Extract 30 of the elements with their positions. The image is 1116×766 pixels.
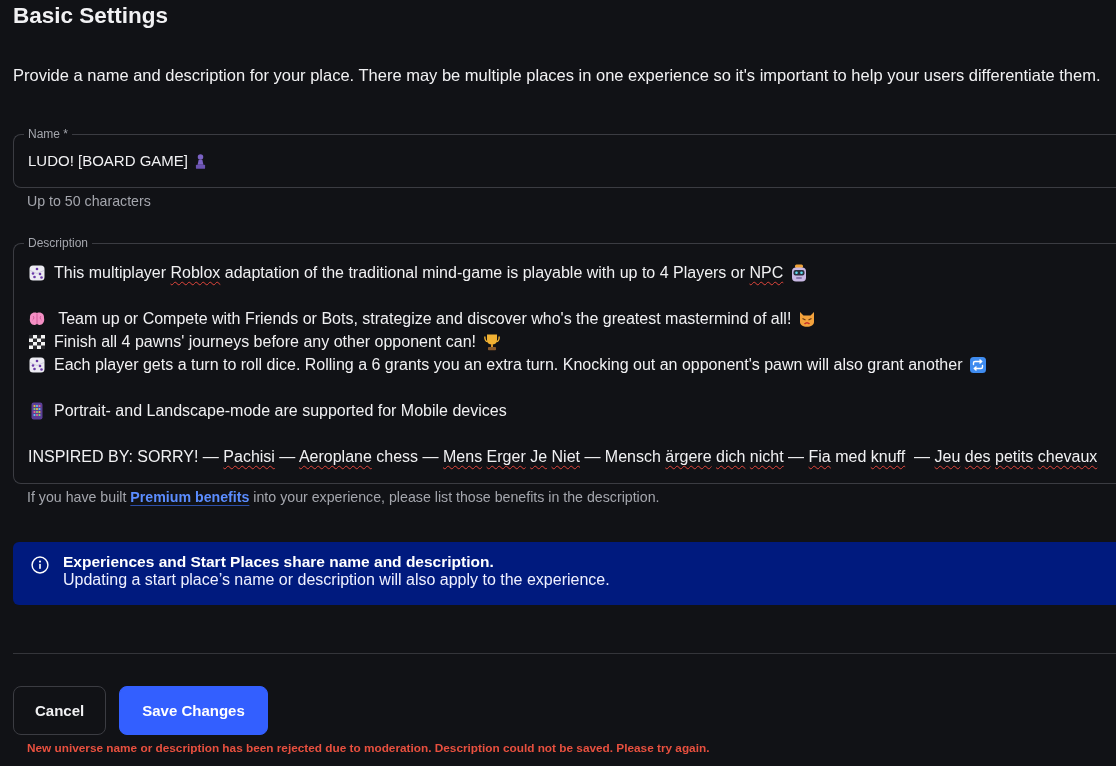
checkered-flag-icon — [28, 332, 46, 351]
field-label: Description — [27, 236, 90, 250]
robot-icon — [790, 263, 809, 282]
hint-text: Up to 50 characters — [27, 193, 151, 209]
save-button[interactable]: Save Changes — [119, 686, 268, 735]
description-field[interactable] — [13, 236, 1116, 484]
description-text: Portrait- and Landscape-mode are supported for Mobile devices — [54, 401, 507, 421]
premium-benefits-link[interactable]: Premium benefits — [130, 489, 250, 505]
page-title: Basic Settings — [13, 2, 169, 30]
field-value: LUDO! [BOARD GAME] — [28, 151, 189, 171]
info-icon — [31, 556, 49, 574]
repeat-icon — [969, 355, 988, 374]
help-text: If you have built Premium benefits into your experience, please list those benefits in the description. — [27, 489, 660, 505]
banner-title: Experiences and Start Places share name and description. — [63, 553, 495, 571]
pawn-icon — [195, 152, 207, 170]
field-label: Name * — [27, 127, 69, 141]
description-text: INSPIRED BY: SORRY! — Pachisi — Aeroplane chess — Mens Erger Je Niet — Mensch ärgere dich nicht — Fia med knuff — Jeu des petits chevaux — [28, 447, 1098, 467]
dice-icon — [28, 263, 46, 282]
description-text: Each player gets a turn to roll dice. Rolling a 6 grants you an extra turn. Knocking out an opponent's pawn will also grant another — [54, 355, 963, 375]
cancel-button[interactable]: Cancel — [13, 686, 107, 735]
description-text: Team up or Compete with Friends or Bots, strategize and discover who's the greatest mastermind of all! — [57, 309, 792, 329]
banner-text: Updating a start place’s name or description will also apply to the experience. — [63, 571, 610, 589]
description-text: This multiplayer Roblox adaptation of the traditional mind-game is playable with up to 4 Players or NPC — [54, 263, 784, 283]
name-field[interactable]: Name * LUDO! [BOARD GAME] — [13, 127, 1116, 188]
error-message: New universe name or description has been rejected due to moderation. Description could not be saved. Please try again. — [27, 741, 710, 755]
dice-icon — [28, 355, 46, 374]
cat-face-icon — [798, 309, 817, 328]
trophy-icon — [483, 332, 501, 351]
intro-text: Provide a name and description for your place. There may be multiple places in one experience so it's important to help your users differentiate them. — [13, 65, 1102, 85]
description-text: Finish all 4 pawns' journeys before any other opponent can! — [54, 332, 476, 352]
